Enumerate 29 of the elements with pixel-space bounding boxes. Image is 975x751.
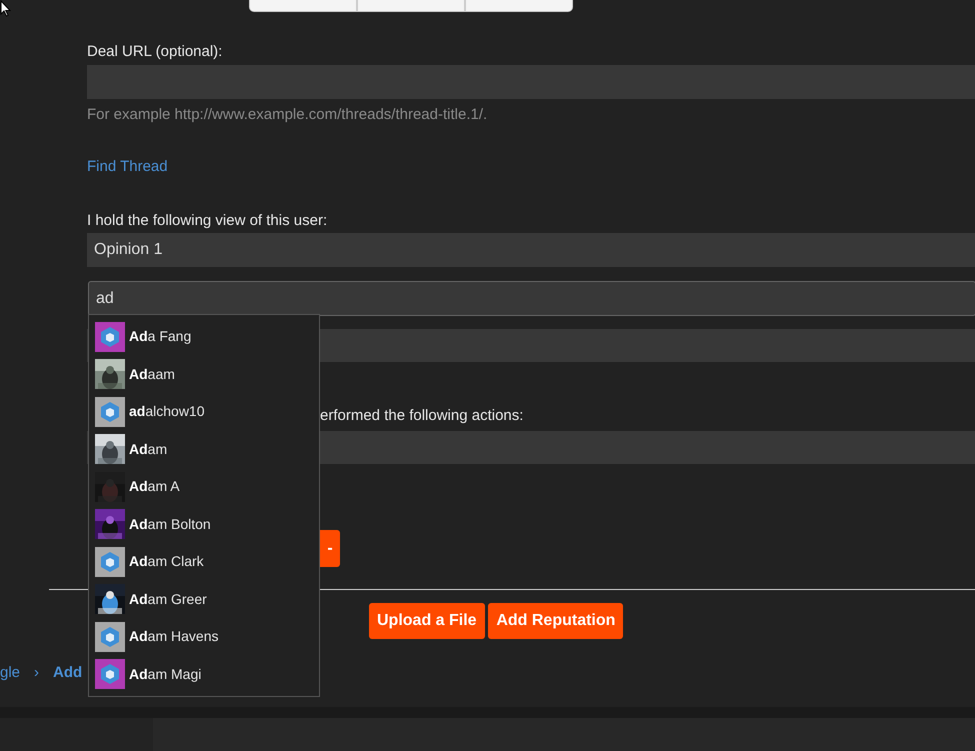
field-label: I hold the following view of this user: bbox=[87, 212, 328, 230]
cube-avatar-icon bbox=[95, 659, 125, 690]
cube-avatar-icon bbox=[95, 622, 125, 652]
user-search-field[interactable]: ad bbox=[88, 281, 975, 316]
suggestion-item[interactable]: Ada Fang bbox=[129, 326, 192, 348]
opinion-select[interactable]: Opinion 1 bbox=[87, 233, 975, 267]
suggestion-item[interactable]: Adam Clark bbox=[129, 551, 204, 572]
breadcrumb-link[interactable]: gle bbox=[0, 664, 20, 682]
segment-button[interactable] bbox=[465, 0, 573, 12]
cursor-icon bbox=[0, 0, 11, 17]
suggestion-item[interactable]: Adam Bolton bbox=[129, 514, 211, 535]
breadcrumb-separator: › bbox=[34, 664, 40, 682]
field-label: Deal URL (optional): bbox=[87, 43, 222, 61]
suggestion-item[interactable]: adalchow10 bbox=[129, 401, 204, 422]
cube-avatar-icon bbox=[95, 322, 125, 352]
suggestion-item[interactable]: Adam Havens bbox=[129, 626, 218, 648]
suggestion-item[interactable]: Adam A bbox=[129, 476, 180, 498]
suggestion-item[interactable]: Adam Greer bbox=[129, 588, 207, 610]
hint-text: For example http://www.example.com/threads/thread-title.1/. bbox=[87, 106, 488, 124]
cube-avatar-icon bbox=[95, 546, 125, 577]
breadcrumb-link[interactable]: Add bbox=[53, 664, 82, 682]
suggestion-item[interactable]: Adaam bbox=[129, 364, 175, 385]
segment-button[interactable] bbox=[357, 0, 465, 12]
segment-button[interactable] bbox=[249, 0, 357, 12]
cube-avatar-icon bbox=[95, 396, 125, 427]
suggestion-item[interactable]: Adam bbox=[129, 438, 168, 460]
field-label: erformed the following actions: bbox=[320, 407, 524, 425]
suggestion-item[interactable]: Adam Magi bbox=[129, 664, 202, 685]
find-thread-link[interactable]: Find Thread bbox=[87, 158, 168, 176]
